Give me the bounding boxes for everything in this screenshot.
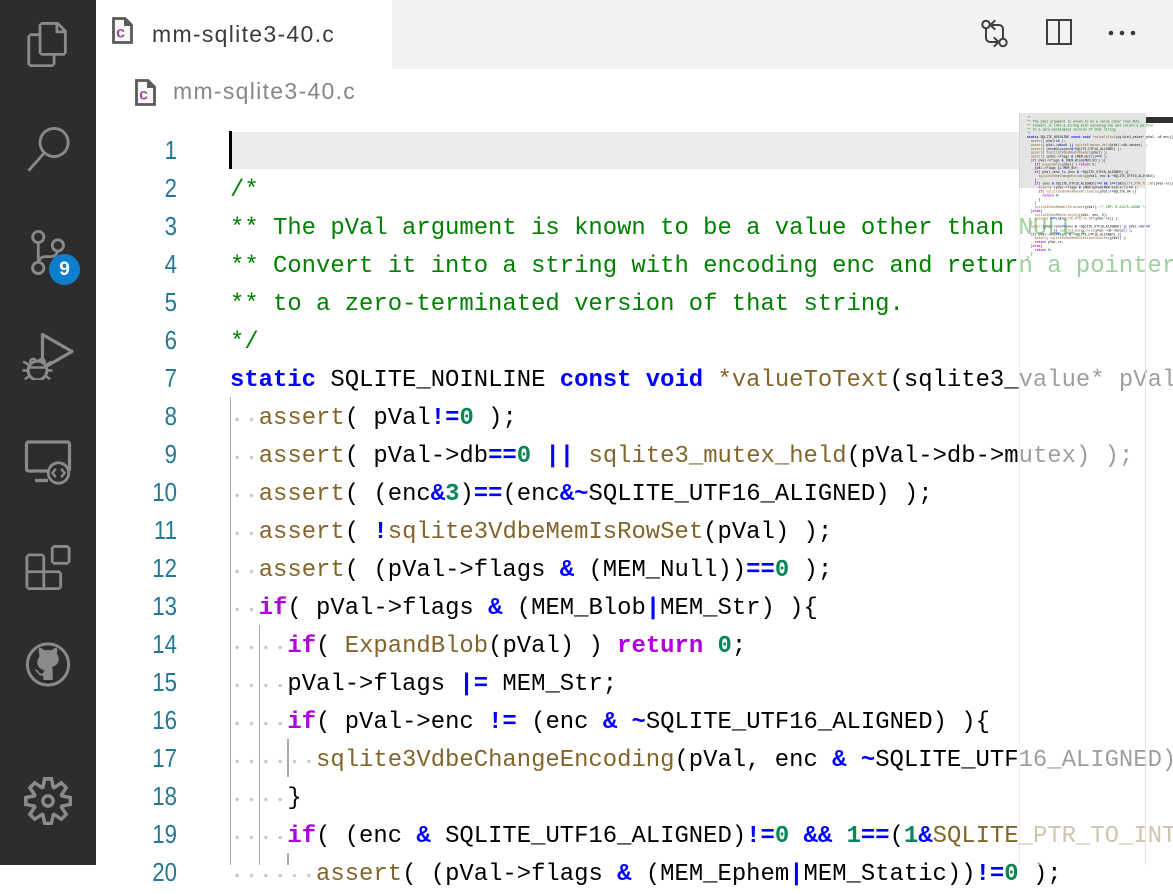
svg-text:c: c (139, 87, 148, 104)
svg-text:c: c (116, 25, 125, 42)
